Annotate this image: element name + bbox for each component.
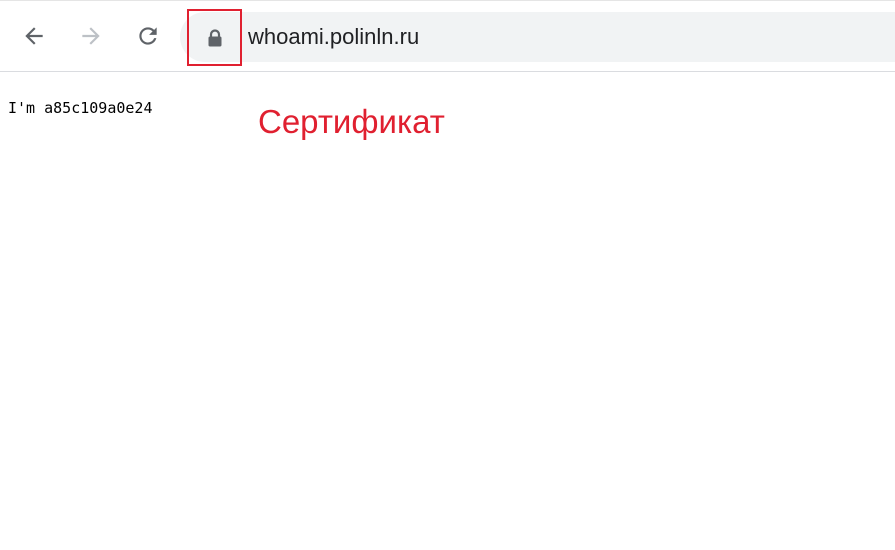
back-button[interactable] [17, 19, 51, 53]
arrow-right-icon [82, 27, 100, 45]
address-bar[interactable]: whoami.polinln.ru [180, 9, 895, 66]
page-body-text: I'm a85c109a0e24 [8, 99, 153, 117]
reload-button[interactable] [131, 19, 165, 53]
arrow-left-icon [25, 27, 43, 45]
reload-icon [139, 27, 157, 45]
forward-button[interactable] [74, 19, 108, 53]
site-info-button[interactable] [187, 9, 242, 66]
lock-icon [208, 28, 221, 46]
url-text[interactable]: whoami.polinln.ru [248, 12, 419, 62]
page-content: I'm a85c109a0e24 Сертификат [0, 73, 895, 550]
browser-toolbar: whoami.polinln.ru [0, 0, 895, 72]
annotation-label: Сертификат [258, 103, 445, 140]
